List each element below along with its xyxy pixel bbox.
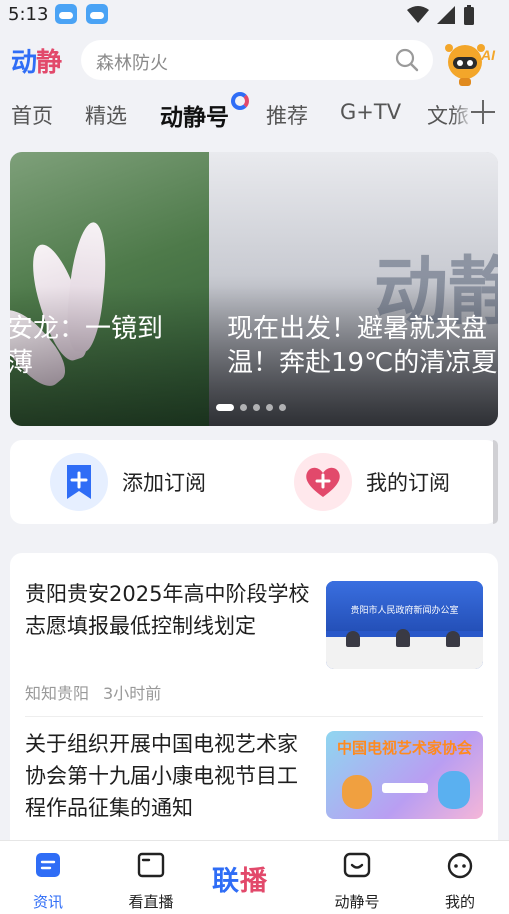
heart-plus-icon bbox=[294, 453, 352, 511]
tab-new-dot-icon bbox=[231, 92, 249, 110]
banner-caption-left-line1: 安龙：一镜到 bbox=[10, 314, 164, 344]
news-thumbnail[interactable]: 中国电视艺术家协会 bbox=[326, 731, 483, 819]
news-meta: 知知贵阳 3小时前 bbox=[25, 680, 161, 704]
battery-icon bbox=[464, 5, 474, 25]
news-item[interactable]: 贵阳贵安2025年高中阶段学校志愿填报最低控制线划定 知知贵阳 3小时前 贵阳市人… bbox=[10, 553, 498, 718]
search-bar[interactable]: 森林防火 bbox=[81, 40, 433, 80]
my-subscription-label: 我的订阅 bbox=[366, 471, 450, 495]
nav-news[interactable]: 资讯 bbox=[8, 841, 88, 914]
banner-caption-right-line1: 现在出发！避暑就来盘 bbox=[227, 314, 488, 344]
news-title[interactable]: 贵阳贵安2025年高中阶段学校志愿填报最低控制线划定 bbox=[25, 578, 315, 642]
banner-caption-left-line2: 薄 bbox=[10, 348, 34, 378]
profile-avatar-icon bbox=[447, 852, 473, 879]
thumb-caption: 贵阳市人民政府新闻办公室 bbox=[350, 605, 459, 615]
lianbo-char-2: 播 bbox=[240, 866, 268, 897]
wifi-icon bbox=[407, 6, 429, 23]
news-list: 贵阳贵安2025年高中阶段学校志愿填报最低控制线划定 知知贵阳 3小时前 贵阳市人… bbox=[10, 553, 498, 853]
app-header: 动静 森林防火 AI bbox=[0, 34, 509, 86]
banner-caption-left: 安龙：一镜到 薄 bbox=[10, 312, 163, 380]
weather-cloud-icon bbox=[55, 4, 77, 24]
channel-tabs: 首页 精选 动静号 推荐 G+TV 文旅 bbox=[0, 92, 509, 136]
carousel-indicator bbox=[216, 404, 286, 411]
news-doc-icon bbox=[36, 853, 60, 877]
news-item[interactable]: 关于组织开展中国电视艺术家协会第十九届小康电视节目工程作品征集的通知 中国电视艺… bbox=[10, 718, 498, 853]
banner-caption-right: 现在出发！避暑就来盘 温！奔赴19℃的清凉夏 bbox=[227, 312, 497, 380]
lianbo-char-1: 联 bbox=[212, 866, 240, 897]
search-placeholder: 森林防火 bbox=[96, 53, 168, 74]
status-bar: 5:13 bbox=[0, 0, 509, 30]
news-title[interactable]: 关于组织开展中国电视艺术家协会第十九届小康电视节目工程作品征集的通知 bbox=[25, 728, 315, 824]
svg-text:AI: AI bbox=[480, 47, 496, 63]
my-subscription-button[interactable]: 我的订阅 bbox=[294, 452, 450, 512]
status-indicators bbox=[407, 5, 475, 25]
logo-char-2: 静 bbox=[36, 48, 62, 78]
thumb-caption: 中国电视艺术家协会 bbox=[336, 740, 472, 757]
nav-mine[interactable]: 我的 bbox=[420, 841, 500, 914]
nav-dongjinghao[interactable]: 动静号 bbox=[317, 841, 397, 914]
tab-dongjinghao[interactable]: 动静号 bbox=[160, 98, 229, 132]
search-icon[interactable] bbox=[395, 48, 419, 72]
smile-tv-icon bbox=[343, 852, 371, 878]
nav-news-label: 资讯 bbox=[32, 893, 63, 911]
tv-live-icon bbox=[137, 852, 165, 878]
subscription-card: 添加订阅 我的订阅 bbox=[10, 440, 498, 524]
status-time: 5:13 bbox=[8, 4, 49, 25]
nav-dongjinghao-label: 动静号 bbox=[334, 893, 380, 911]
add-channel-plus-icon[interactable] bbox=[471, 100, 495, 124]
tab-featured[interactable]: 精选 bbox=[85, 100, 127, 130]
app-logo[interactable]: 动静 bbox=[11, 42, 62, 79]
news-source: 知知贵阳 bbox=[25, 684, 90, 703]
news-divider bbox=[25, 716, 483, 717]
nav-mine-label: 我的 bbox=[444, 893, 475, 911]
news-time: 3小时前 bbox=[103, 684, 162, 703]
tab-home[interactable]: 首页 bbox=[11, 100, 53, 130]
bookmark-plus-icon bbox=[50, 453, 108, 511]
logo-char-1: 动 bbox=[11, 48, 37, 78]
add-subscription-button[interactable]: 添加订阅 bbox=[50, 452, 206, 512]
add-subscription-label: 添加订阅 bbox=[122, 471, 206, 495]
tab-recommend[interactable]: 推荐 bbox=[266, 100, 308, 130]
carousel-dot[interactable] bbox=[216, 404, 234, 411]
banner-caption-right-line2: 温！奔赴19℃的清凉夏 bbox=[227, 348, 498, 378]
carousel-dot[interactable] bbox=[279, 404, 286, 411]
banner-carousel[interactable]: 动静 安龙：一镜到 薄 现在出发！避暑就来盘 温！奔赴19℃的清凉夏 bbox=[10, 152, 498, 426]
signal-icon bbox=[437, 6, 455, 24]
carousel-dot[interactable] bbox=[266, 404, 273, 411]
bottom-navigation: 资讯 看直播 联播 动静号 我的 bbox=[0, 840, 509, 914]
carousel-dot[interactable] bbox=[240, 404, 247, 411]
nav-live[interactable]: 看直播 bbox=[111, 841, 191, 914]
lianbo-center-button[interactable]: 联播 bbox=[212, 859, 268, 898]
news-thumbnail[interactable]: 贵阳市人民政府新闻办公室 bbox=[326, 581, 483, 669]
nav-live-label: 看直播 bbox=[128, 893, 174, 911]
ai-assistant-mascot-icon[interactable]: AI bbox=[443, 38, 499, 88]
weather-cloud-icon-2 bbox=[86, 4, 108, 24]
carousel-dot[interactable] bbox=[253, 404, 260, 411]
tab-gtv[interactable]: G+TV bbox=[340, 100, 401, 124]
